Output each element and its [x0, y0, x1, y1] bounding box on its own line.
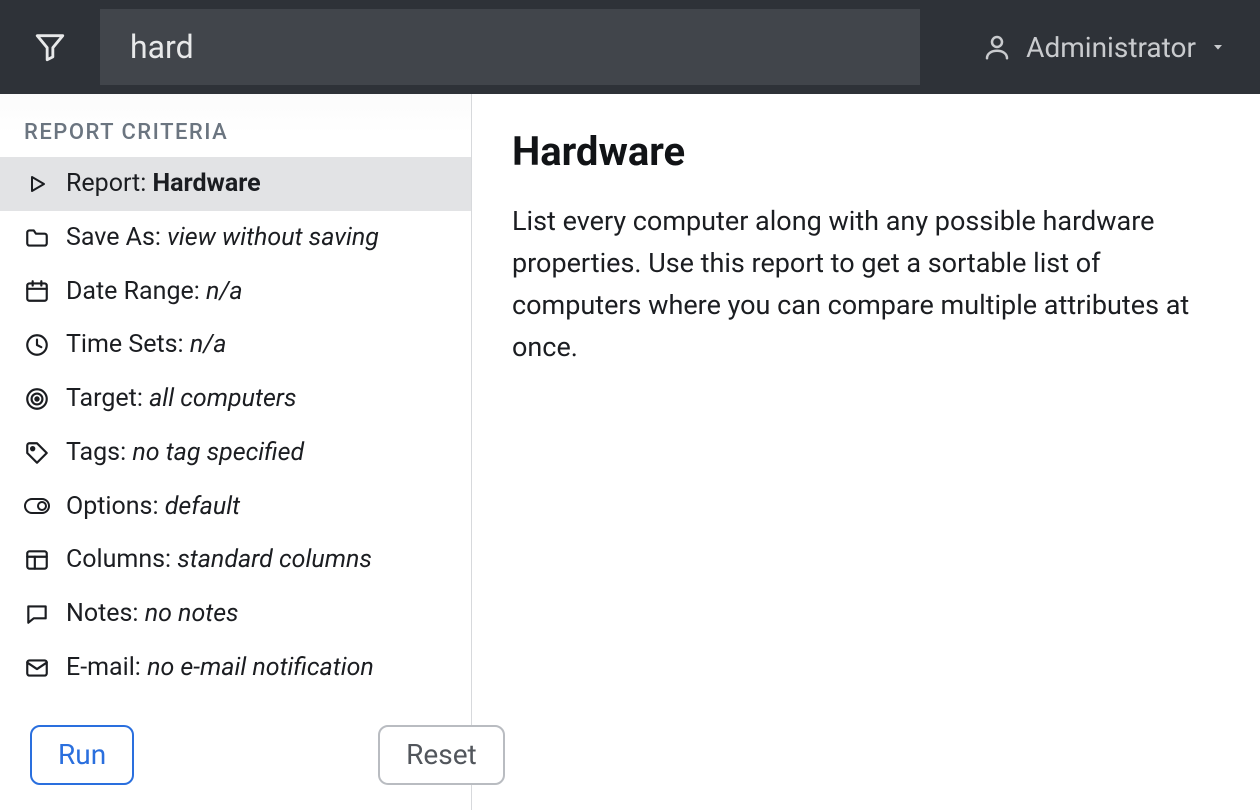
- criteria-text: Notes: no notes: [66, 597, 239, 631]
- criteria-item-mail[interactable]: E-mail: no e-mail notification: [0, 641, 471, 695]
- folder-icon: [22, 223, 52, 253]
- criteria-label: Notes:: [66, 599, 145, 628]
- criteria-value: no e-mail notification: [147, 653, 374, 682]
- criteria-label: E-mail:: [66, 653, 147, 682]
- criteria-value: no tag specified: [132, 438, 304, 467]
- criteria-label: Save As:: [66, 223, 167, 252]
- tag-icon: [22, 438, 52, 468]
- user-label: Administrator: [1026, 31, 1196, 64]
- criteria-text: Target: all computers: [66, 382, 297, 416]
- play-icon: [22, 169, 52, 199]
- criteria-item-columns[interactable]: Columns: standard columns: [0, 533, 471, 587]
- criteria-item-target[interactable]: Target: all computers: [0, 372, 471, 426]
- mail-icon: [22, 653, 52, 683]
- note-icon: [22, 599, 52, 629]
- criteria-value: n/a: [206, 277, 243, 306]
- criteria-text: Options: default: [66, 490, 240, 524]
- content-panel: Hardware List every computer along with …: [472, 94, 1260, 810]
- criteria-text: Report: Hardware: [66, 167, 261, 201]
- caret-down-icon: [1210, 39, 1226, 55]
- criteria-label: Report:: [66, 169, 152, 198]
- criteria-item-tag[interactable]: Tags: no tag specified: [0, 426, 471, 480]
- criteria-text: Date Range: n/a: [66, 275, 243, 309]
- calendar-icon: [22, 276, 52, 306]
- clock-icon: [22, 330, 52, 360]
- criteria-label: Time Sets:: [66, 330, 190, 359]
- criteria-label: Date Range:: [66, 277, 206, 306]
- search-input[interactable]: [130, 28, 890, 66]
- criteria-label: Target:: [66, 384, 149, 413]
- criteria-item-toggle[interactable]: Options: default: [0, 480, 471, 534]
- criteria-value: Hardware: [152, 169, 260, 198]
- target-icon: [22, 384, 52, 414]
- criteria-list: Report: Hardware Save As: view without sa…: [0, 157, 471, 695]
- criteria-label: Tags:: [66, 438, 132, 467]
- criteria-text: Columns: standard columns: [66, 543, 372, 577]
- columns-icon: [22, 545, 52, 575]
- topbar: Administrator: [0, 0, 1260, 94]
- sidebar: REPORT CRITERIA Report: Hardware Save As:…: [0, 94, 472, 810]
- criteria-text: Save As: view without saving: [66, 221, 379, 255]
- sidebar-actions: Run Reset: [0, 695, 471, 805]
- criteria-text: Tags: no tag specified: [66, 436, 304, 470]
- criteria-label: Options:: [66, 492, 165, 521]
- filter-button[interactable]: [0, 0, 100, 94]
- criteria-value: all computers: [149, 384, 296, 413]
- criteria-label: Columns:: [66, 545, 177, 574]
- criteria-item-clock[interactable]: Time Sets: n/a: [0, 318, 471, 372]
- funnel-icon: [33, 30, 67, 64]
- user-icon: [982, 32, 1012, 62]
- criteria-item-folder[interactable]: Save As: view without saving: [0, 211, 471, 265]
- user-menu[interactable]: Administrator: [982, 31, 1240, 64]
- criteria-item-play[interactable]: Report: Hardware: [0, 157, 471, 211]
- criteria-text: Time Sets: n/a: [66, 328, 226, 362]
- page-description: List every computer along with any possi…: [512, 201, 1220, 368]
- criteria-value: view without saving: [167, 223, 379, 252]
- criteria-value: no notes: [145, 599, 239, 628]
- criteria-value: default: [165, 492, 240, 521]
- page-title: Hardware: [512, 128, 1220, 175]
- search-wrap: [100, 9, 920, 85]
- criteria-item-calendar[interactable]: Date Range: n/a: [0, 265, 471, 319]
- criteria-value: n/a: [190, 330, 227, 359]
- criteria-value: standard columns: [177, 545, 372, 574]
- sidebar-header: REPORT CRITERIA: [0, 94, 471, 157]
- toggle-icon: [22, 491, 52, 521]
- run-button[interactable]: Run: [30, 725, 134, 785]
- criteria-item-note[interactable]: Notes: no notes: [0, 587, 471, 641]
- criteria-text: E-mail: no e-mail notification: [66, 651, 374, 685]
- main-layout: REPORT CRITERIA Report: Hardware Save As:…: [0, 94, 1260, 810]
